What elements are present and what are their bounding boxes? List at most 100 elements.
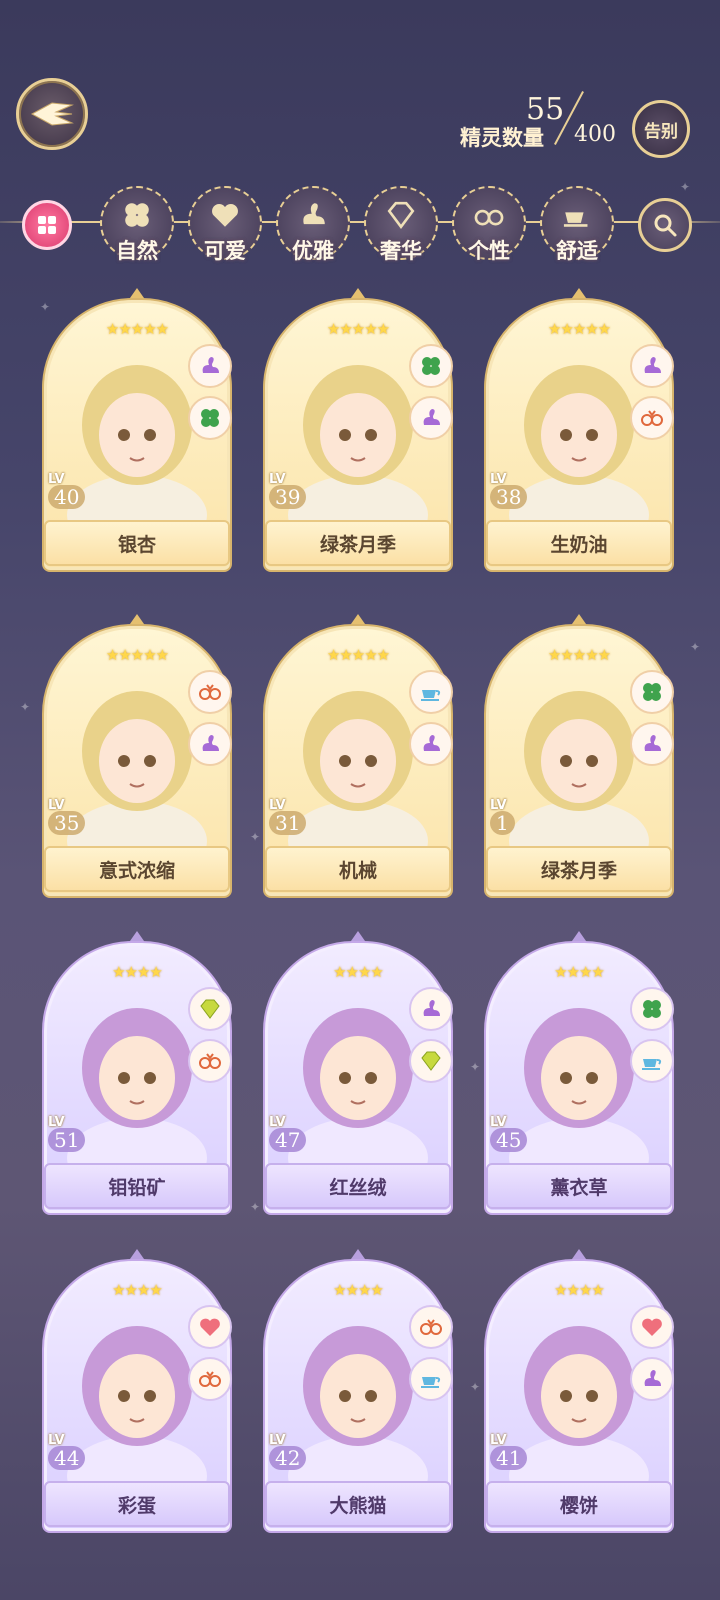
level-value: 51 [48, 1128, 86, 1152]
swan-icon [409, 722, 453, 766]
rarity-stars: ★★★★★ [105, 320, 169, 338]
level-value: 41 [490, 1446, 528, 1470]
rarity-stars: ★★★★ [554, 1281, 605, 1299]
filter-all-button[interactable] [22, 200, 72, 250]
spirit-card[interactable]: ★★★★★ LV 39 绿茶月季 [263, 288, 453, 572]
rarity-stars: ★★★★★ [326, 320, 390, 338]
level-value: 35 [48, 811, 86, 835]
spirit-card[interactable]: ★★★★★ LV 35 意式浓缩 [42, 614, 232, 898]
rarity-stars: ★★★★ [112, 963, 163, 981]
level-value: 47 [269, 1128, 307, 1152]
level-badge: LV 45 [490, 1115, 528, 1152]
spirit-card[interactable]: ★★★★ LV 41 樱饼 [484, 1249, 674, 1533]
search-icon [654, 214, 677, 237]
swan-icon [409, 987, 453, 1031]
teacup-icon [630, 1039, 674, 1083]
level-badge: LV 1 [490, 798, 515, 835]
level-badge: LV 51 [48, 1115, 86, 1152]
heart-icon [630, 1305, 674, 1349]
level-badge: LV 39 [269, 472, 307, 509]
spirit-name: 彩蛋 [44, 1481, 230, 1527]
rarity-stars: ★★★★ [333, 1281, 384, 1299]
wing-back-icon [30, 102, 74, 126]
rarity-stars: ★★★★★ [326, 646, 390, 664]
spirit-name: 红丝绒 [265, 1163, 451, 1209]
heart-icon [188, 1305, 232, 1349]
clover-icon [188, 396, 232, 440]
heart-icon [208, 198, 242, 236]
filter-teacup[interactable]: 舒适 [540, 186, 614, 263]
glasses-icon [188, 670, 232, 714]
spirit-name: 生奶油 [486, 520, 672, 566]
spirit-card[interactable]: ★★★★★ LV 40 银杏 [42, 288, 232, 572]
clover-icon [630, 987, 674, 1031]
spirit-name: 大熊猫 [265, 1481, 451, 1527]
swan-icon [630, 722, 674, 766]
level-badge: LV 44 [48, 1433, 86, 1470]
level-value: 38 [490, 485, 528, 509]
filter-clover[interactable]: 自然 [100, 186, 174, 263]
level-value: 1 [490, 811, 515, 835]
rarity-stars: ★★★★★ [547, 646, 611, 664]
spirit-card[interactable]: ★★★★ LV 44 彩蛋 [42, 1249, 232, 1533]
glasses-icon [188, 1039, 232, 1083]
level-badge: LV 42 [269, 1433, 307, 1470]
filter-label: 可爱 [204, 239, 246, 263]
rarity-stars: ★★★★ [333, 963, 384, 981]
spirit-card[interactable]: ★★★★★ LV 1 绿茶月季 [484, 614, 674, 898]
spirit-name: 银杏 [44, 520, 230, 566]
filter-glasses[interactable]: 个性 [452, 186, 526, 263]
glasses-icon [188, 1357, 232, 1401]
level-badge: LV 40 [48, 472, 86, 509]
diamond-icon [188, 987, 232, 1031]
rarity-stars: ★★★★★ [105, 646, 169, 664]
teacup-icon [560, 198, 594, 236]
rarity-stars: ★★★★ [112, 1281, 163, 1299]
spirit-card[interactable]: ★★★★ LV 42 大熊猫 [263, 1249, 453, 1533]
level-badge: LV 35 [48, 798, 86, 835]
rarity-stars: ★★★★ [554, 963, 605, 981]
clover-icon [120, 198, 154, 236]
level-value: 40 [48, 485, 86, 509]
spirit-card[interactable]: ★★★★★ LV 38 生奶油 [484, 288, 674, 572]
filter-swan[interactable]: 优雅 [276, 186, 350, 263]
swan-icon [188, 344, 232, 388]
search-button[interactable] [638, 198, 692, 252]
swan-icon [630, 1357, 674, 1401]
swan-icon [296, 198, 330, 236]
level-value: 42 [269, 1446, 307, 1470]
spirit-name: 绿茶月季 [486, 846, 672, 892]
glasses-icon [409, 1305, 453, 1349]
filter-diamond[interactable]: 奢华 [364, 186, 438, 263]
filter-label: 自然 [116, 239, 158, 263]
level-badge: LV 31 [269, 798, 307, 835]
swan-icon [630, 344, 674, 388]
spirit-card[interactable]: ★★★★ LV 47 红丝绒 [263, 931, 453, 1215]
spirit-name: 薰衣草 [486, 1163, 672, 1209]
clover-icon [409, 344, 453, 388]
glasses-icon [472, 198, 506, 236]
filter-label: 个性 [468, 239, 510, 263]
swan-icon [409, 396, 453, 440]
farewell-button[interactable]: 告别 [632, 100, 690, 158]
grid-gift-icon [38, 216, 56, 234]
back-button[interactable] [16, 78, 88, 150]
rarity-stars: ★★★★★ [547, 320, 611, 338]
spirit-count-max: 400 [574, 122, 616, 147]
level-badge: LV 41 [490, 1433, 528, 1470]
level-badge: LV 38 [490, 472, 528, 509]
filter-heart[interactable]: 可爱 [188, 186, 262, 263]
glasses-icon [630, 396, 674, 440]
spirit-count-label: 精灵数量 [460, 126, 544, 150]
level-value: 39 [269, 485, 307, 509]
spirit-name: 樱饼 [486, 1481, 672, 1527]
spirit-name: 钼铅矿 [44, 1163, 230, 1209]
spirit-card[interactable]: ★★★★★ LV 31 机械 [263, 614, 453, 898]
spirit-card[interactable]: ★★★★ LV 45 薰衣草 [484, 931, 674, 1215]
level-badge: LV 47 [269, 1115, 307, 1152]
filter-label: 优雅 [292, 239, 334, 263]
level-value: 44 [48, 1446, 86, 1470]
filter-label: 舒适 [556, 239, 598, 263]
level-value: 31 [269, 811, 307, 835]
spirit-card[interactable]: ★★★★ LV 51 钼铅矿 [42, 931, 232, 1215]
